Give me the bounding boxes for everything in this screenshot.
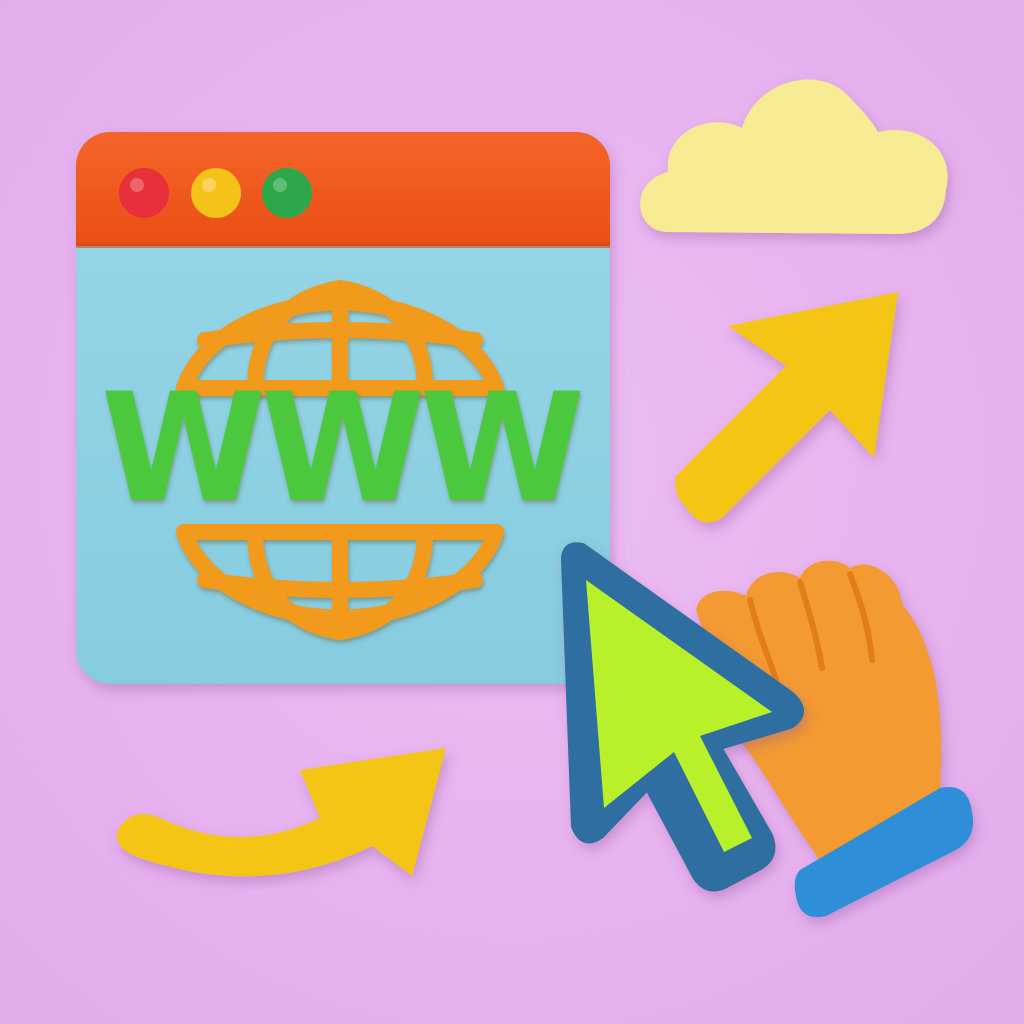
maximize-dot[interactable] bbox=[262, 168, 312, 218]
www-label: WWW bbox=[101, 362, 581, 536]
curved-arrow-icon bbox=[116, 748, 447, 877]
illustration-canvas: WWW bbox=[0, 0, 1024, 1024]
close-dot[interactable] bbox=[119, 168, 169, 218]
illustration-svg: WWW bbox=[76, 79, 974, 918]
cloud-icon bbox=[640, 79, 948, 235]
window-controls bbox=[119, 168, 312, 218]
minimize-dot[interactable] bbox=[191, 168, 241, 218]
arrow-up-right-icon bbox=[675, 292, 898, 523]
